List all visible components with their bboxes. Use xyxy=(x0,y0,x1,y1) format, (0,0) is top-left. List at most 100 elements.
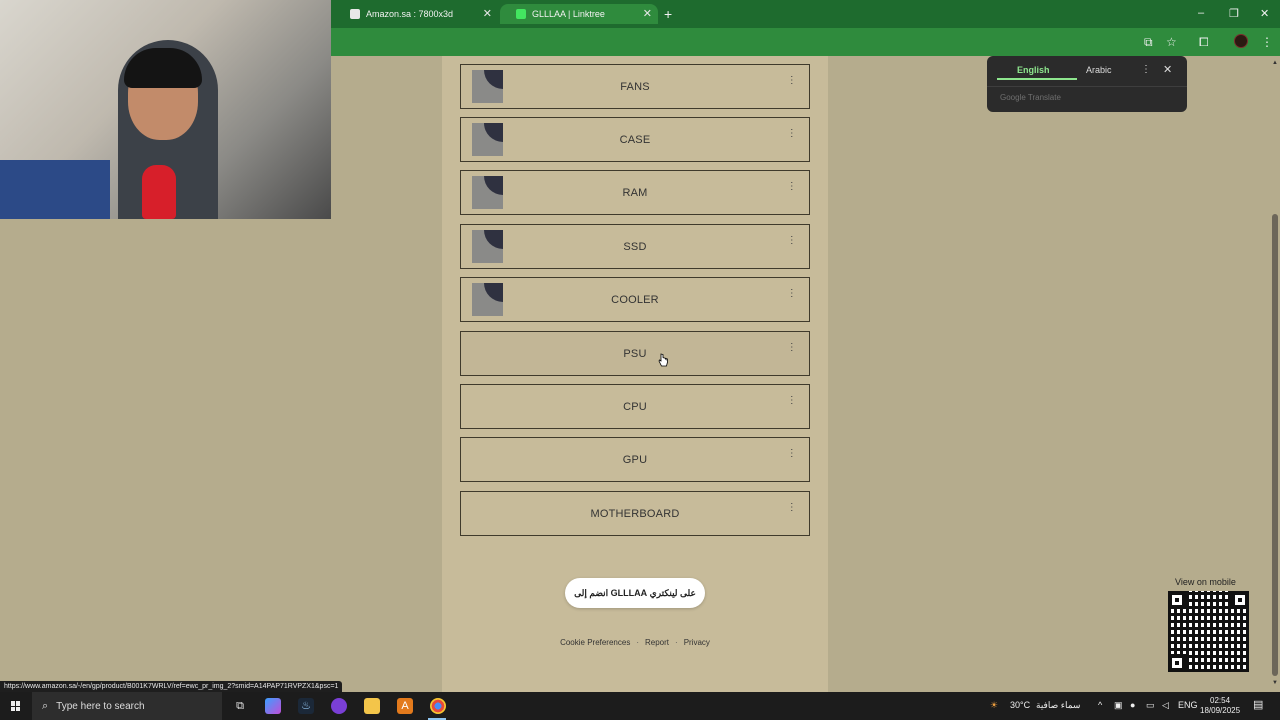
clock-date: 18/09/2025 xyxy=(1200,706,1241,715)
hand-cursor-icon xyxy=(658,353,668,367)
more-options-icon[interactable]: ⋮ xyxy=(787,182,797,192)
link-button-psu[interactable]: PSU ⋮ xyxy=(460,331,810,376)
link-label: COOLER xyxy=(611,293,659,306)
steam-icon[interactable]: ♨ xyxy=(298,698,314,714)
privacy-link[interactable]: Privacy xyxy=(684,638,710,647)
app-a-icon[interactable]: A xyxy=(397,698,413,714)
restore-button[interactable]: ❐ xyxy=(1229,7,1239,20)
status-url: https://www.amazon.sa/-/en/gp/product/B0… xyxy=(0,681,343,692)
scroll-thumb[interactable] xyxy=(1272,214,1278,676)
more-options-icon[interactable]: ⋮ xyxy=(787,236,797,246)
link-label: CASE xyxy=(619,133,651,146)
link-button-ram[interactable]: RAM ⋮ xyxy=(460,170,810,215)
volume-icon[interactable]: ◁ xyxy=(1162,700,1169,711)
translate-arabic-tab[interactable]: Arabic xyxy=(1086,65,1112,75)
footer-separator: · xyxy=(675,638,678,647)
minimize-button[interactable]: – xyxy=(1198,7,1204,19)
page-footer: Cookie Preferences · Report · Privacy xyxy=(442,638,828,647)
scroll-down-icon[interactable]: ▼ xyxy=(1272,680,1278,686)
tab-title: GLLLAA | Linktree xyxy=(532,9,605,19)
link-button-case[interactable]: CASE ⋮ xyxy=(460,117,810,162)
extensions-icon[interactable]: ⧠ xyxy=(1199,35,1209,50)
language-indicator[interactable]: ENG xyxy=(1178,700,1198,710)
view-on-mobile-label: View on mobile xyxy=(1175,577,1236,587)
qr-finder xyxy=(1168,654,1186,672)
chrome-icon[interactable] xyxy=(430,698,446,714)
link-button-fans[interactable]: FANS ⋮ xyxy=(460,64,810,109)
linktree-favicon-icon xyxy=(516,9,526,19)
link-button-cooler[interactable]: COOLER ⋮ xyxy=(460,277,810,322)
more-options-icon[interactable]: ⋮ xyxy=(787,76,797,86)
microphone-icon[interactable]: ● xyxy=(1130,700,1135,710)
qr-finder xyxy=(1231,591,1249,609)
taskbar-search[interactable]: ⌕ Type here to search xyxy=(32,692,222,720)
network-icon[interactable]: ▭ xyxy=(1146,700,1155,711)
close-tab-icon[interactable]: ✕ xyxy=(643,7,652,20)
link-button-motherboard[interactable]: MOTHERBOARD ⋮ xyxy=(460,491,810,536)
search-icon: ⌕ xyxy=(42,699,49,712)
translate-english-tab[interactable]: English xyxy=(1017,65,1050,75)
footer-separator: · xyxy=(636,638,639,647)
search-placeholder: Type here to search xyxy=(56,700,145,712)
windows-taskbar: ⌕ Type here to search ⧉ ♨ A ☀ 30°C سماء … xyxy=(0,692,1280,720)
close-window-button[interactable]: ✕ xyxy=(1260,7,1269,20)
page-scrollbar[interactable]: ▲ ▼ xyxy=(1270,56,1280,692)
taskbar-clock[interactable]: 02:54 18/09/2025 xyxy=(1200,696,1240,716)
more-options-icon[interactable]: ⋮ xyxy=(787,396,797,406)
chrome-menu-icon[interactable]: ⋮ xyxy=(1261,35,1273,49)
active-tab-indicator xyxy=(997,78,1077,80)
tab-linktree[interactable]: GLLLAA | Linktree ✕ xyxy=(500,4,658,24)
tray-overflow-icon[interactable]: ^ xyxy=(1098,700,1102,710)
qr-finder xyxy=(1168,591,1186,609)
translate-divider xyxy=(987,86,1187,87)
join-linktree-button[interactable]: على لينكتري GLLLAA انضم إلى xyxy=(565,578,705,608)
more-options-icon[interactable]: ⋮ xyxy=(787,343,797,353)
link-button-gpu[interactable]: GPU ⋮ xyxy=(460,437,810,482)
weather-description[interactable]: سماء صافية xyxy=(1036,700,1080,711)
tab-title: Amazon.sa : 7800x3d xyxy=(366,9,454,19)
windows-start-icon[interactable] xyxy=(11,701,21,711)
task-view-icon[interactable]: ⧉ xyxy=(232,698,248,714)
webcam-overlay xyxy=(0,0,331,219)
translate-menu-icon[interactable]: ⋮ xyxy=(1141,64,1151,75)
more-options-icon[interactable]: ⋮ xyxy=(787,289,797,299)
weather-icon[interactable]: ☀ xyxy=(990,700,998,711)
link-label: PSU xyxy=(623,347,647,360)
link-thumbnail xyxy=(472,283,503,316)
webcam-background xyxy=(0,160,110,219)
webcam-microphone xyxy=(142,165,176,219)
translate-close-icon[interactable]: ✕ xyxy=(1163,63,1172,76)
weather-temperature[interactable]: 30°C xyxy=(1010,700,1030,710)
more-options-icon[interactable]: ⋮ xyxy=(787,503,797,513)
google-translate-brand: Google Translate xyxy=(1000,93,1061,102)
link-label: RAM xyxy=(622,186,648,199)
file-explorer-icon[interactable] xyxy=(364,698,380,714)
notifications-icon[interactable]: ▤ xyxy=(1253,698,1263,711)
link-label: SSD xyxy=(623,240,647,253)
tab-amazon[interactable]: Amazon.sa : 7800x3d ✕ xyxy=(334,4,498,24)
discord-icon[interactable] xyxy=(331,698,347,714)
link-label: FANS xyxy=(620,80,650,93)
copilot-icon[interactable] xyxy=(265,698,281,714)
link-label: GPU xyxy=(622,453,648,466)
translate-popup: English Arabic ⋮ ✕ Google Translate xyxy=(987,56,1187,112)
link-button-cpu[interactable]: CPU ⋮ xyxy=(460,384,810,429)
cookie-preferences-link[interactable]: Cookie Preferences xyxy=(560,638,630,647)
more-options-icon[interactable]: ⋮ xyxy=(787,129,797,139)
more-options-icon[interactable]: ⋮ xyxy=(787,449,797,459)
scroll-up-icon[interactable]: ▲ xyxy=(1272,60,1278,66)
link-button-ssd[interactable]: SSD ⋮ xyxy=(460,224,810,269)
link-thumbnail xyxy=(472,230,503,263)
translate-icon[interactable]: ⧉ xyxy=(1144,35,1153,50)
close-tab-icon[interactable]: ✕ xyxy=(483,7,492,20)
new-tab-button[interactable]: + xyxy=(664,6,672,22)
report-link[interactable]: Report xyxy=(645,638,669,647)
qr-code-icon[interactable] xyxy=(1168,591,1249,672)
bookmark-star-icon[interactable]: ☆ xyxy=(1166,35,1177,49)
link-label: MOTHERBOARD xyxy=(590,507,680,520)
link-thumbnail xyxy=(472,176,503,209)
links-column: FANS ⋮ CASE ⋮ RAM ⋮ SSD ⋮ COOLER ⋮ PSU ⋮ xyxy=(442,56,828,692)
profile-avatar[interactable] xyxy=(1234,34,1248,48)
amazon-favicon-icon xyxy=(350,9,360,19)
tray-app-icon[interactable]: ▣ xyxy=(1114,700,1123,711)
